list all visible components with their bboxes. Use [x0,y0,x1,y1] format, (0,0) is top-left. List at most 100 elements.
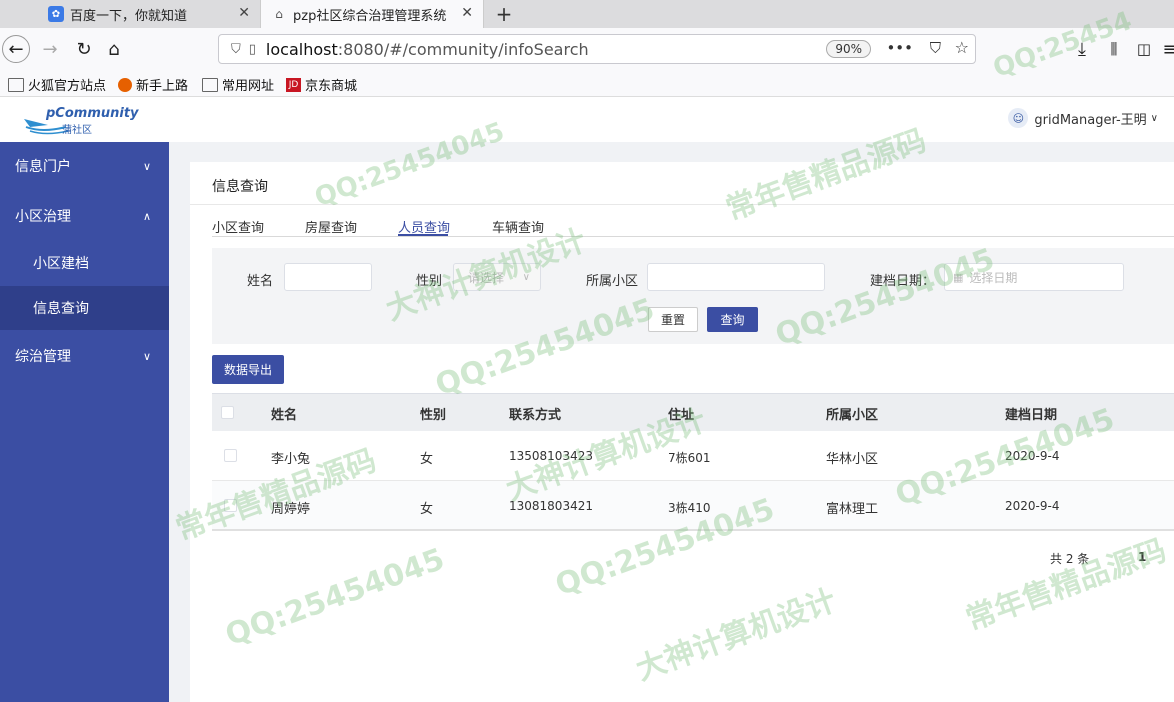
select-all-checkbox[interactable] [221,406,234,419]
home-icon[interactable]: ⌂ [100,35,128,63]
bookmark-item[interactable]: 火狐官方站点 [8,75,106,94]
cell-phone: 13081803421 [509,499,593,513]
date-picker[interactable]: ▦ 选择日期 [944,263,1124,291]
menu-icon[interactable]: ≡ [1156,35,1174,63]
query-button[interactable]: 查询 [707,307,758,332]
sidebar-item-label: 信息门户 [15,159,71,175]
chevron-down-icon: ∨ [522,271,530,283]
row-checkbox[interactable] [224,499,237,512]
column-header: 住址 [668,408,695,423]
bookmark-label: 京东商城 [305,79,358,94]
page-icon: ▯ [248,41,256,57]
cell-community: 华林小区 [826,452,879,467]
sidebar-item-label: 综治管理 [15,349,71,365]
forward-icon[interactable]: → [36,35,64,63]
calendar-icon: ▦ [953,270,964,284]
cell-address: 7栋601 [668,451,711,465]
folder-icon [202,77,218,92]
name-input[interactable] [284,263,372,291]
browser-tab-bar: ✿ 百度一下，你就知道 ✕ ⌂ pzp社区综合治理管理系统 ✕ + [0,0,1174,28]
more-icon[interactable]: ••• [886,39,913,57]
community-input[interactable] [647,263,825,291]
firefox-icon [118,77,132,92]
cell-address: 3栋410 [668,501,711,515]
tab-community-search[interactable]: 小区查询 [212,217,264,236]
star-icon[interactable]: ☆ [955,38,969,57]
bookmark-label: 火狐官方站点 [28,79,107,94]
url-host: localhost [265,39,338,59]
sidebar-item-label: 信息查询 [33,301,89,317]
sidebar-item-community-archive[interactable]: 小区建档 [0,240,169,286]
pager-total: 共 2 条 [1050,552,1090,566]
bookmark-item[interactable]: JD 京东商城 [286,75,357,94]
browser-nav-bar: ← → ↻ ⌂ ⛉ ▯ localhost :8080/#/community/… [0,28,1174,70]
gender-label: 性别 [416,274,443,289]
gender-select[interactable]: 请选择 ∨ [453,263,541,291]
jd-icon: JD [286,77,301,92]
chevron-down-icon: ∨ [142,159,151,173]
export-button[interactable]: 数据导出 [212,355,284,384]
avatar: ☺ [1008,108,1029,128]
back-icon[interactable]: ← [2,35,30,63]
tab-vehicle-search[interactable]: 车辆查询 [492,217,544,236]
folder-icon [8,77,24,92]
cell-name: 周婷婷 [271,502,311,517]
shield-icon: ⛉ [231,41,241,57]
page-title: 信息查询 [212,179,268,195]
close-icon[interactable]: ✕ [238,5,250,21]
chevron-up-icon: ∧ [142,209,151,223]
user-name: gridManager-王明 [1034,112,1147,128]
browser-tab[interactable]: ✿ 百度一下，你就知道 ✕ [38,0,260,28]
reset-button[interactable]: 重置 [648,307,698,332]
cell-gender: 女 [420,502,434,517]
logo-title: pCommunity [46,106,139,121]
tab-house-search[interactable]: 房屋查询 [305,217,357,236]
close-icon[interactable]: ✕ [461,5,473,21]
user-menu[interactable]: ☺ gridManager-王明 ∨ [1008,108,1158,128]
cell-date: 2020-9-4 [1005,449,1060,463]
tabs-divider [212,236,1174,237]
zoom-badge[interactable]: 90% [826,40,871,58]
column-header: 联系方式 [509,408,562,423]
browser-tab-active[interactable]: ⌂ pzp社区综合治理管理系统 ✕ [260,0,484,28]
new-tab-icon[interactable]: + [490,0,518,28]
date-label: 建档日期： [870,274,936,289]
sidebar-item-label: 小区建档 [33,256,89,272]
bookmark-label: 常用网址 [222,79,275,94]
sidebar-item-community-governance[interactable]: 小区治理 ∧ [0,192,169,240]
logo-subtitle: 蒲社区 [62,125,92,136]
community-label: 所属小区 [586,274,639,289]
chevron-down-icon: ∨ [1150,112,1158,124]
column-header: 姓名 [271,408,298,423]
cell-gender: 女 [420,452,434,467]
sidebar-icon[interactable]: ◫ [1130,35,1158,63]
sidebar-item-info-search[interactable]: 信息查询 [0,286,169,330]
download-icon[interactable]: ⤓ [1068,35,1096,63]
pager-page[interactable]: 1 [1138,550,1146,564]
reload-icon[interactable]: ↻ [70,35,98,63]
cell-name: 李小兔 [271,452,311,467]
bookmark-label: 新手上路 [136,79,189,94]
sidebar: 信息门户 ∨ 小区治理 ∧ 小区建档 信息查询 综治管理 ∨ [0,142,169,702]
sidebar-item-portal[interactable]: 信息门户 ∨ [0,142,169,190]
library-icon[interactable]: ⫼ [1100,35,1128,63]
date-placeholder: 选择日期 [969,270,1018,285]
tab-title: 百度一下，你就知道 [70,8,188,24]
column-header: 所属小区 [826,408,879,423]
baidu-paw-icon: ✿ [48,6,64,22]
url-bar[interactable]: ⛉ ▯ localhost :8080/#/community/infoSear… [218,34,976,64]
row-checkbox[interactable] [224,449,237,462]
bookmark-item[interactable]: 常用网址 [202,75,274,94]
bookmarks-bar: 火狐官方站点 新手上路 常用网址 JD 京东商城 [0,70,1174,97]
tab-title: pzp社区综合治理管理系统 [293,8,447,24]
gender-placeholder: 请选择 [468,270,505,285]
bookmark-item[interactable]: 新手上路 [118,75,188,94]
name-label: 姓名 [247,274,274,289]
pocket-icon[interactable]: ⛉ [930,39,941,57]
sidebar-item-comprehensive[interactable]: 综治管理 ∨ [0,332,169,380]
column-header: 性别 [420,408,447,423]
active-tab-indicator [398,234,448,236]
cell-date: 2020-9-4 [1005,499,1060,513]
app-header [0,98,1174,142]
cell-phone: 13508103423 [509,449,593,463]
